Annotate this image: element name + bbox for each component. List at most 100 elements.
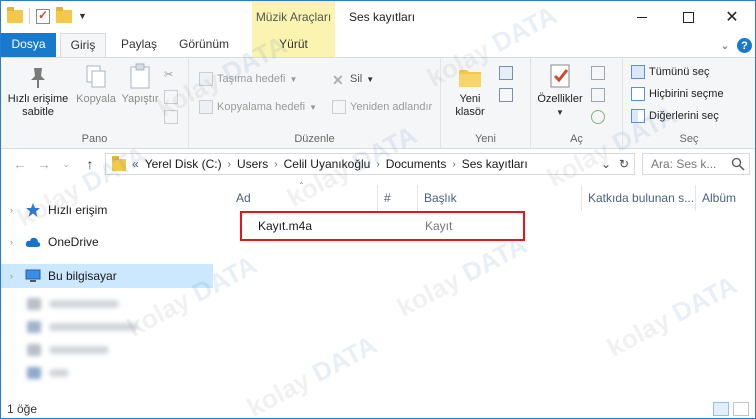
breadcrumb-separator-icon[interactable]: › <box>228 159 231 170</box>
new-folder-button[interactable]: Yeni klasör <box>447 62 493 119</box>
copy-path-button[interactable] <box>164 88 178 106</box>
properties-icon[interactable] <box>36 8 50 24</box>
chevron-right-icon[interactable]: › <box>10 237 13 247</box>
forward-button[interactable]: → <box>35 155 53 173</box>
select-none-button[interactable]: Hiçbirini seçme <box>631 85 724 103</box>
column-header-contributing-artists[interactable]: Katkıda bulunan s... <box>582 185 696 211</box>
new-item-button[interactable] <box>499 64 513 82</box>
invert-selection-button[interactable]: Diğerlerini seç <box>631 107 719 125</box>
blurred-item[interactable] <box>49 369 69 377</box>
rename-label: Yeniden adlandır <box>350 101 433 113</box>
details-view-icon[interactable] <box>713 402 729 416</box>
address-dropdown-icon[interactable]: ⌄ <box>598 156 614 172</box>
column-header-album[interactable]: Albüm <box>696 185 755 211</box>
select-all-button[interactable]: Tümünü seç <box>631 63 710 81</box>
tab-home[interactable]: Giriş <box>60 33 106 58</box>
blurred-item-icon <box>27 298 41 310</box>
back-button[interactable]: ← <box>11 155 29 173</box>
help-icon[interactable]: ? <box>737 38 752 53</box>
large-icons-view-icon[interactable] <box>733 402 749 416</box>
column-header-title[interactable]: Başlık <box>418 185 582 211</box>
column-header-number[interactable]: # <box>378 185 418 211</box>
window-title: Ses kayıtları <box>349 10 416 24</box>
pin-to-quick-access-button[interactable]: Hızlı erişime sabitle <box>7 62 69 119</box>
edit-button[interactable] <box>591 86 605 104</box>
search-icon <box>731 157 745 171</box>
easy-access-button[interactable] <box>499 86 513 104</box>
select-group: Tümünü seç Hiçbirini seçme Diğerlerini s… <box>623 58 755 148</box>
minimize-icon <box>637 16 647 18</box>
clipboard-group-label: Pano <box>81 133 108 145</box>
tab-view[interactable]: Görünüm <box>171 33 237 57</box>
select-all-icon <box>631 65 645 79</box>
invert-selection-label: Diğerlerini seç <box>649 110 719 122</box>
ribbon: Hızlı erişime sabitle Kopyala Yapıştır ✂… <box>1 57 755 149</box>
blurred-item[interactable] <box>49 300 119 308</box>
nav-item-this-pc[interactable]: › Bu bilgisayar <box>1 264 213 288</box>
properties-big-icon <box>546 62 574 90</box>
address-bar[interactable]: « Yerel Disk (C:) › Users › Celil Uyanık… <box>105 153 635 175</box>
move-to-button[interactable]: Taşıma hedefi ▼ <box>199 70 297 88</box>
open-group: Özellikler ▼ Aç <box>531 58 623 148</box>
breadcrumb-separator-icon[interactable]: › <box>452 159 455 170</box>
recent-locations-button[interactable]: ⌄ <box>57 155 75 173</box>
address-folder-icon <box>112 156 126 171</box>
tab-file[interactable]: Dosya <box>1 33 56 57</box>
breadcrumb-separator-icon[interactable]: › <box>274 159 277 170</box>
select-none-label: Hiçbirini seçme <box>649 88 724 100</box>
copy-to-icon <box>199 100 213 114</box>
tab-share[interactable]: Paylaş <box>115 33 163 57</box>
rename-button[interactable]: Yeniden adlandır <box>332 98 432 116</box>
blurred-item[interactable] <box>49 346 109 354</box>
ribbon-tab-strip: Dosya Giriş Paylaş Görünüm Yürüt ⌄ ? <box>1 33 755 58</box>
paste-icon <box>126 62 154 90</box>
paste-shortcut-button[interactable] <box>164 108 178 126</box>
new-folder-label-line2: klasör <box>455 106 485 118</box>
refresh-icon[interactable]: ↻ <box>616 156 632 172</box>
blurred-item[interactable] <box>49 323 137 331</box>
ribbon-collapse-icon[interactable]: ⌄ <box>717 37 733 53</box>
paste-label: Yapıştır <box>121 93 159 105</box>
up-button[interactable]: ↑ <box>81 155 99 173</box>
history-button[interactable] <box>591 108 605 126</box>
chevron-right-icon[interactable]: › <box>10 271 13 281</box>
new-folder-big-icon <box>456 62 484 90</box>
new-folder-icon[interactable] <box>56 6 72 23</box>
open-button[interactable] <box>591 64 605 82</box>
forward-arrow-icon: → <box>37 156 51 172</box>
file-explorer-window: ▼ Müzik Araçları Ses kayıtları ✕ Dosya G… <box>0 0 756 419</box>
move-to-icon <box>199 72 213 86</box>
properties-dropdown-icon: ▼ <box>556 108 564 117</box>
new-group: Yeni klasör Yeni <box>441 58 531 148</box>
chevron-down-icon: ⌄ <box>62 158 70 169</box>
blurred-item-icon <box>27 344 41 356</box>
nav-item-onedrive[interactable]: › OneDrive <box>1 230 213 254</box>
breadcrumb-separator-icon[interactable]: › <box>376 159 379 170</box>
customize-toolbar-dropdown-icon[interactable]: ▼ <box>78 11 87 21</box>
close-button[interactable]: ✕ <box>709 1 755 33</box>
contextual-tab-group-label: Müzik Araçları <box>252 1 335 33</box>
breadcrumb-local-disk[interactable]: Yerel Disk (C:) <box>145 157 222 171</box>
search-box[interactable]: Ara: Ses k... <box>642 153 750 175</box>
delete-button[interactable]: ✕ Sil ▼ <box>332 70 374 88</box>
properties-label: Özellikler <box>537 93 583 105</box>
breadcrumb-user[interactable]: Celil Uyanıkoğlu <box>284 157 371 171</box>
clipboard-group: Hızlı erişime sabitle Kopyala Yapıştır ✂… <box>1 58 189 148</box>
properties-button[interactable]: Özellikler ▼ <box>533 62 587 119</box>
breadcrumb-current-folder[interactable]: Ses kayıtları <box>462 157 528 171</box>
breadcrumb-overflow[interactable]: « <box>132 157 139 171</box>
minimize-button[interactable] <box>619 1 665 33</box>
column-header-name[interactable]: Ad <box>230 185 378 211</box>
chevron-right-icon[interactable]: › <box>10 205 13 215</box>
copy-to-button[interactable]: Kopyalama hedefi ▼ <box>199 98 317 116</box>
paste-button[interactable]: Yapıştır <box>117 62 163 106</box>
nav-item-quick-access[interactable]: › Hızlı erişim <box>1 198 213 222</box>
cut-button[interactable]: ✂ <box>164 66 178 84</box>
copy-button[interactable]: Kopyala <box>73 62 119 106</box>
tab-play[interactable]: Yürüt <box>252 33 335 57</box>
copy-label: Kopyala <box>76 93 116 105</box>
breadcrumb-users[interactable]: Users <box>237 157 268 171</box>
up-arrow-icon: ↑ <box>86 156 94 172</box>
breadcrumb-documents[interactable]: Documents <box>386 157 447 171</box>
maximize-button[interactable] <box>665 1 711 33</box>
